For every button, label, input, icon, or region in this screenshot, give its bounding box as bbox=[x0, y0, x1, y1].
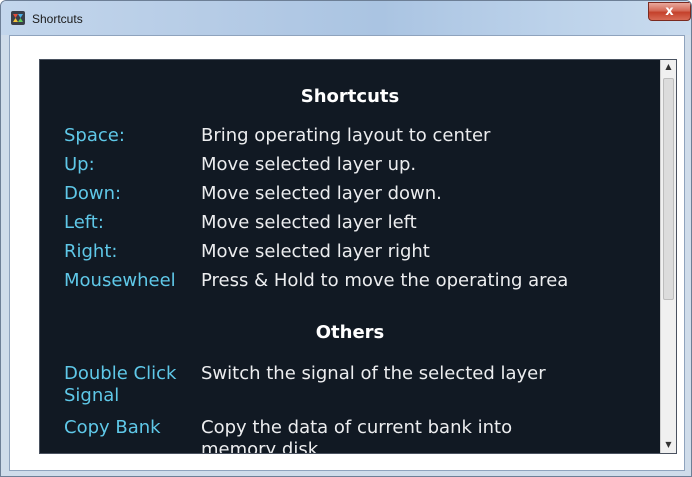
scrollbar-thumb[interactable] bbox=[663, 78, 674, 300]
shortcut-key: Copy Bank bbox=[64, 417, 161, 438]
title-bar[interactable]: Shortcuts x bbox=[1, 1, 691, 35]
vertical-scrollbar[interactable]: ▲ ▼ bbox=[660, 60, 676, 453]
shortcut-key: Left: bbox=[64, 212, 104, 233]
shortcut-key: Space: bbox=[64, 125, 125, 146]
shortcut-description: Move selected layer right bbox=[201, 241, 430, 262]
window-title: Shortcuts bbox=[32, 12, 83, 26]
shortcut-description: Move selected layer up. bbox=[201, 154, 417, 175]
shortcuts-window: Shortcuts x Shortcuts Space: Bring opera… bbox=[0, 0, 692, 477]
shortcuts-panel: Shortcuts Space: Bring operating layout … bbox=[39, 59, 677, 454]
shortcuts-content: Shortcuts Space: Bring operating layout … bbox=[40, 60, 660, 453]
shortcut-description: Press & Hold to move the operating area bbox=[201, 270, 569, 291]
app-logo-icon bbox=[11, 11, 25, 25]
shortcut-key: Double Click Signal bbox=[64, 363, 177, 406]
shortcuts-heading: Shortcuts bbox=[300, 86, 400, 107]
shortcut-description: Move selected layer left bbox=[201, 212, 417, 233]
others-heading: Others bbox=[315, 322, 385, 343]
shortcut-description: Switch the signal of the selected layer bbox=[201, 363, 546, 384]
shortcut-key: Down: bbox=[64, 183, 122, 204]
shortcut-key: Right: bbox=[64, 241, 118, 262]
shortcut-description: Bring operating layout to center bbox=[201, 125, 491, 146]
close-button[interactable]: x bbox=[648, 2, 691, 21]
shortcut-description: Copy the data of current bank into memor… bbox=[201, 417, 513, 453]
scroll-down-arrow-icon[interactable]: ▼ bbox=[661, 438, 676, 452]
shortcut-key: Up: bbox=[64, 154, 95, 175]
shortcut-key: Mousewheel bbox=[64, 270, 176, 291]
scroll-up-arrow-icon[interactable]: ▲ bbox=[661, 60, 676, 74]
shortcut-description: Move selected layer down. bbox=[201, 183, 442, 204]
